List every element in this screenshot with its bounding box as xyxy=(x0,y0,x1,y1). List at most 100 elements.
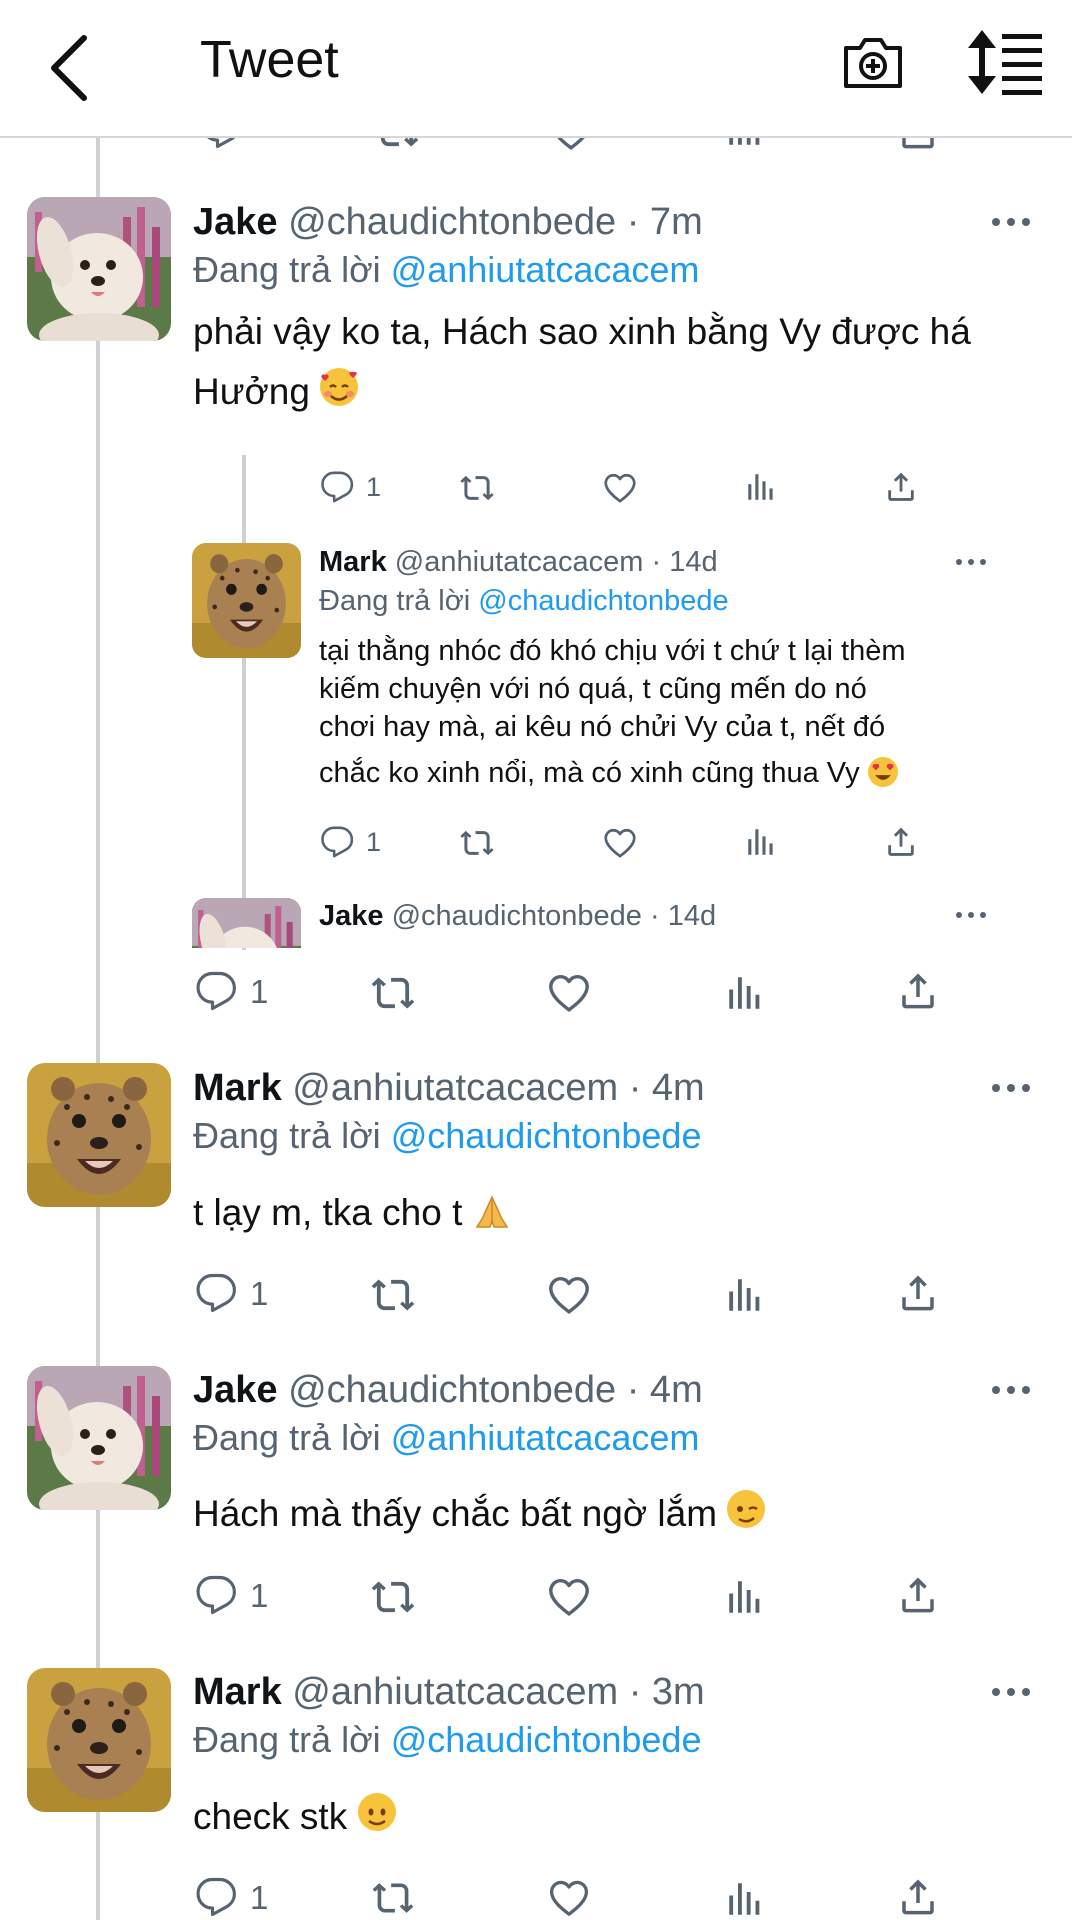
top-bar: Tweet xyxy=(0,0,1072,138)
reply-button[interactable]: 1 xyxy=(195,970,268,1012)
avatar[interactable] xyxy=(27,1366,171,1510)
nested-tweet-preview[interactable]: Jake @chaudichtonbede · 14d xyxy=(0,896,1072,948)
author-handle[interactable]: @chaudichtonbede xyxy=(392,900,642,932)
nested-thread-line xyxy=(242,455,246,950)
reply-mention[interactable]: @chaudichtonbede xyxy=(391,1719,702,1760)
reply-button[interactable]: 1 xyxy=(195,1876,268,1918)
share-button[interactable] xyxy=(897,968,939,1012)
views-button[interactable] xyxy=(724,1274,766,1316)
like-button[interactable] xyxy=(546,1272,592,1318)
author-name[interactable]: Mark xyxy=(193,1067,282,1109)
more-options-icon[interactable] xyxy=(988,1375,1038,1405)
share-button[interactable] xyxy=(897,1572,939,1616)
sort-icon[interactable] xyxy=(966,28,1046,98)
share-button[interactable] xyxy=(897,1874,939,1918)
reply-mention[interactable]: @anhiutatcacacem xyxy=(391,249,700,290)
tweet-text: t lạy m, tka cho t xyxy=(193,1183,1053,1243)
smiling-face-with-hearts-icon xyxy=(320,368,359,406)
reply-count: 1 xyxy=(250,1275,269,1312)
like-button[interactable] xyxy=(602,470,638,506)
author-handle[interactable]: @chaudichtonbede xyxy=(288,201,616,243)
reply-mention[interactable]: @anhiutatcacacem xyxy=(391,1417,700,1458)
reply-button[interactable]: 1 xyxy=(195,1574,268,1616)
text-line: kiếm chuyện với nó quá, t cũng mến do nó xyxy=(319,673,867,705)
views-icon[interactable] xyxy=(724,136,766,150)
author-name[interactable]: Jake xyxy=(193,201,278,243)
share-button[interactable] xyxy=(897,1270,939,1314)
author-handle[interactable]: @chaudichtonbede xyxy=(288,1369,616,1411)
heart-eyes-icon xyxy=(867,757,898,787)
tweet-text: phải vậy ko ta, Hách sao xinh bằng Vy đư… xyxy=(193,302,1043,422)
retweet-button[interactable] xyxy=(370,1574,416,1620)
author-name[interactable]: Jake xyxy=(319,900,384,932)
tweet-body: phải vậy ko ta, Hách sao xinh bằng Vy đư… xyxy=(193,311,971,412)
author-handle[interactable]: @anhiutatcacacem xyxy=(292,1067,618,1109)
thread-line xyxy=(96,136,100,1920)
reply-count: 1 xyxy=(250,973,269,1010)
views-button[interactable] xyxy=(724,972,766,1014)
avatar[interactable] xyxy=(27,197,171,341)
more-options-icon[interactable] xyxy=(953,900,993,930)
previous-tweet-actions xyxy=(0,136,1072,150)
camera-icon[interactable] xyxy=(840,30,906,96)
more-options-icon[interactable] xyxy=(953,547,993,577)
author-name[interactable]: Mark xyxy=(193,1671,282,1713)
tweet-text: check stk xyxy=(193,1787,1053,1847)
retweet-button[interactable] xyxy=(459,470,495,506)
more-options-icon[interactable] xyxy=(988,1677,1038,1707)
reply-count: 1 xyxy=(250,1577,269,1614)
retweet-button[interactable] xyxy=(370,1272,416,1318)
reply-button[interactable]: 1 xyxy=(320,470,381,504)
reply-button[interactable]: 1 xyxy=(195,1272,268,1314)
reply-count: 1 xyxy=(250,1879,269,1916)
reply-button[interactable]: 1 xyxy=(320,825,381,859)
views-button[interactable] xyxy=(744,470,778,504)
retweet-icon[interactable] xyxy=(374,136,420,150)
replying-to: Đang trả lời @chaudichtonbede xyxy=(193,1717,701,1763)
replying-prefix: Đang trả lời xyxy=(319,585,479,617)
views-button[interactable] xyxy=(724,1878,766,1920)
author-handle[interactable]: @anhiutatcacacem xyxy=(395,546,644,578)
text-line: chắc ko xinh nổi, mà có xinh cũng thua V… xyxy=(319,757,860,789)
avatar[interactable] xyxy=(192,543,301,658)
author-name[interactable]: Mark xyxy=(319,546,387,578)
like-button[interactable] xyxy=(546,970,592,1016)
retweet-button[interactable] xyxy=(370,970,416,1016)
text-line: tại thằng nhóc đó khó chịu với t chứ t l… xyxy=(319,635,906,667)
views-button[interactable] xyxy=(724,1576,766,1618)
timestamp: · 4m xyxy=(628,1067,705,1109)
author-handle[interactable]: @anhiutatcacacem xyxy=(292,1671,618,1713)
author-line: Jake @chaudichtonbede · 4m xyxy=(193,1367,703,1413)
views-button[interactable] xyxy=(744,825,778,859)
replying-prefix: Đang trả lời xyxy=(193,1719,391,1760)
tweet-body: check stk xyxy=(193,1796,348,1837)
like-button[interactable] xyxy=(546,1574,592,1620)
chevron-left-icon[interactable] xyxy=(36,28,116,108)
avatar[interactable] xyxy=(27,1668,171,1812)
reply-count: 1 xyxy=(366,472,382,502)
replying-to: Đang trả lời @anhiutatcacacem xyxy=(193,247,699,293)
text-line: chơi hay mà, ai kêu nó chửi Vy của t, nế… xyxy=(319,711,886,743)
like-icon[interactable] xyxy=(548,136,594,150)
reply-mention[interactable]: @chaudichtonbede xyxy=(478,585,728,617)
share-button[interactable] xyxy=(884,468,918,504)
reply-mention[interactable]: @chaudichtonbede xyxy=(391,1115,702,1156)
author-line: Jake @chaudichtonbede · 7m xyxy=(193,199,703,245)
like-button[interactable] xyxy=(546,1876,592,1920)
reply-icon[interactable] xyxy=(200,136,242,150)
share-icon[interactable] xyxy=(897,136,939,150)
timestamp: · 14d xyxy=(651,546,718,578)
avatar[interactable] xyxy=(27,1063,171,1207)
retweet-button[interactable] xyxy=(370,1876,416,1920)
replying-to: Đang trả lời @chaudichtonbede xyxy=(193,1113,701,1159)
avatar[interactable] xyxy=(192,898,301,948)
timestamp: · 14d xyxy=(650,900,717,932)
like-button[interactable] xyxy=(602,825,638,861)
slightly-smiling-face-icon xyxy=(357,1793,396,1831)
share-button[interactable] xyxy=(884,823,918,859)
more-options-icon[interactable] xyxy=(988,207,1038,237)
tweet-text: Hách mà thấy chắc bất ngờ lắm xyxy=(193,1484,1053,1544)
author-name[interactable]: Jake xyxy=(193,1369,278,1411)
more-options-icon[interactable] xyxy=(988,1073,1038,1103)
retweet-button[interactable] xyxy=(459,825,495,861)
